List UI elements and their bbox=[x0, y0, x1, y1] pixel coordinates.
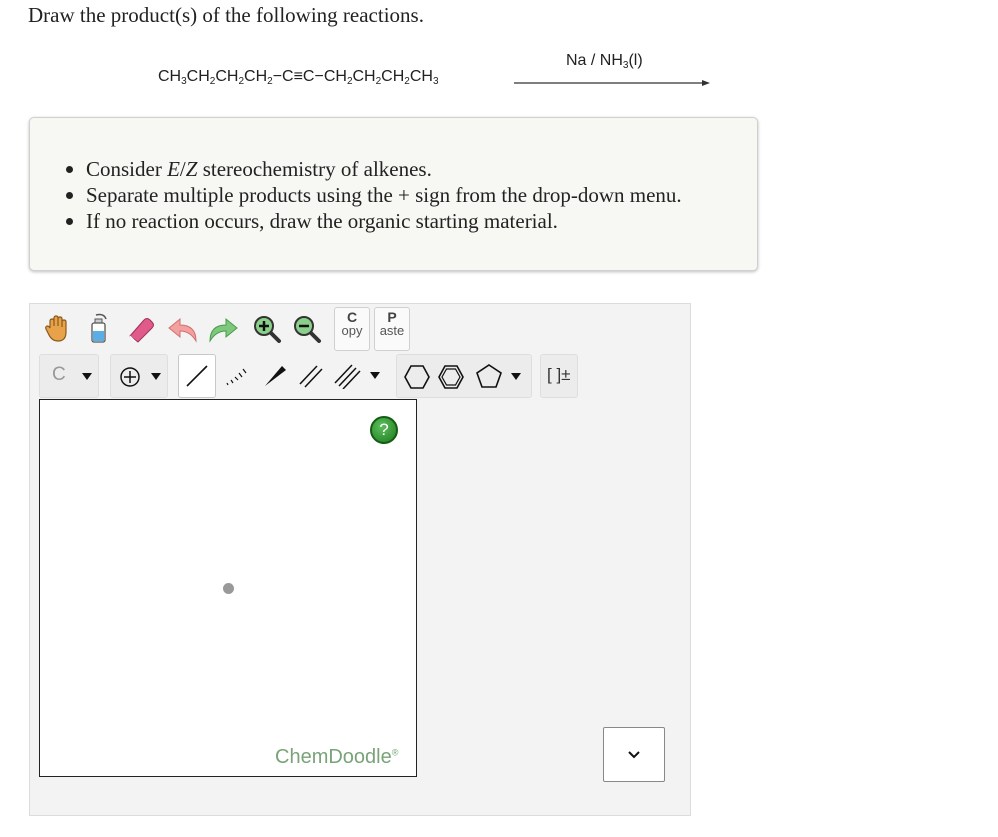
reaction-scheme: CH3CH2CH2CH2−C≡C−CH2CH2CH2CH3 Na / NH3(l… bbox=[158, 48, 718, 98]
element-selector[interactable]: C bbox=[39, 354, 99, 398]
zoom-out-button[interactable] bbox=[288, 308, 326, 350]
wedge-bond-icon bbox=[265, 366, 286, 386]
redo-icon bbox=[209, 317, 238, 343]
reaction-arrow-icon bbox=[514, 80, 710, 86]
wedge-bond-button[interactable] bbox=[256, 354, 294, 398]
double-bond-button[interactable] bbox=[292, 354, 330, 398]
hand-icon bbox=[45, 315, 67, 342]
element-label: C bbox=[52, 364, 66, 385]
double-bond-icon bbox=[299, 365, 323, 388]
chevron-down-icon bbox=[370, 372, 380, 379]
product-dropdown[interactable] bbox=[603, 727, 665, 782]
hint-item: If no reaction occurs, draw the organic … bbox=[66, 208, 682, 234]
paste-button[interactable]: P aste bbox=[374, 307, 410, 351]
chevron-down-icon bbox=[628, 750, 640, 758]
drawing-canvas[interactable]: ? ChemDoodle® bbox=[39, 399, 417, 777]
hint-item: Separate multiple products using the + s… bbox=[66, 183, 682, 207]
chemdoodle-watermark: ChemDoodle® bbox=[275, 746, 399, 768]
lasso-bottle-icon bbox=[91, 313, 107, 343]
question-title: Draw the product(s) of the following rea… bbox=[28, 3, 424, 27]
hash-bond-button[interactable] bbox=[218, 354, 256, 398]
triple-bond-icon bbox=[334, 364, 361, 389]
cursor-dot bbox=[223, 583, 234, 594]
reagent-label: Na / NH3(l) bbox=[566, 52, 643, 71]
chemdoodle-sketcher: C opy P aste C []± ? ChemDoodle® bbox=[29, 303, 691, 816]
charge-plus-icon bbox=[120, 367, 140, 387]
help-button[interactable]: ? bbox=[370, 416, 398, 444]
charge-selector[interactable] bbox=[110, 354, 168, 398]
benzene-icon bbox=[438, 365, 464, 389]
chevron-down-icon bbox=[151, 373, 161, 380]
triple-bond-selector[interactable] bbox=[330, 354, 388, 398]
lasso-tool-button[interactable] bbox=[80, 308, 118, 350]
chevron-down-icon bbox=[511, 373, 521, 380]
eraser-tool-button[interactable] bbox=[122, 308, 160, 350]
hash-bond-icon bbox=[226, 368, 247, 386]
redo-button[interactable] bbox=[204, 308, 242, 350]
ring-selector[interactable] bbox=[396, 354, 532, 398]
hand-tool-button[interactable] bbox=[39, 308, 77, 350]
single-bond-button[interactable] bbox=[178, 354, 216, 398]
instructions-panel: Consider E/Z stereochemistry of alkenes.… bbox=[29, 117, 758, 271]
cyclohexane-icon bbox=[404, 365, 430, 389]
reactant-formula: CH3CH2CH2CH2−C≡C−CH2CH2CH2CH3 bbox=[158, 68, 439, 87]
hint-item: Consider E/Z stereochemistry of alkenes. bbox=[66, 156, 682, 182]
single-bond-icon bbox=[186, 365, 208, 387]
undo-icon bbox=[168, 317, 197, 343]
cyclopentane-icon bbox=[476, 364, 502, 388]
chevron-down-icon bbox=[82, 373, 92, 380]
zoom-in-button[interactable] bbox=[248, 308, 286, 350]
zoom-out-icon bbox=[294, 316, 321, 343]
undo-button[interactable] bbox=[164, 308, 202, 350]
copy-button[interactable]: C opy bbox=[334, 307, 370, 351]
eraser-icon bbox=[129, 318, 154, 343]
bracket-tool-button[interactable]: [ ]± bbox=[540, 354, 578, 398]
zoom-in-icon bbox=[254, 316, 281, 343]
bracket-label: [ ]± bbox=[547, 365, 571, 384]
